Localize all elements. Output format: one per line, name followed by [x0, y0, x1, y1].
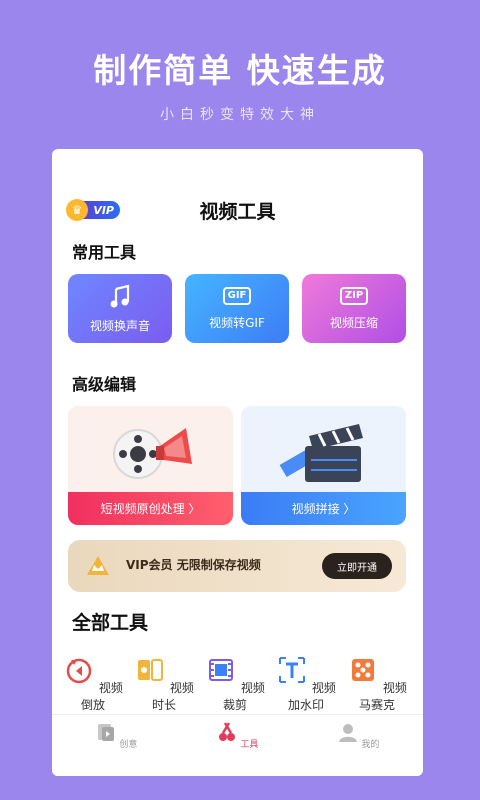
tool-card-label: 视频换声音	[89, 318, 150, 333]
profile-icon	[338, 724, 357, 742]
crop-icon	[209, 659, 234, 681]
tools-icon	[218, 722, 235, 741]
tool-item-mosaic[interactable]: 视频马赛克	[342, 654, 412, 713]
vip-promo-text: VIP会员 无限制保存视频	[126, 558, 261, 572]
tool-card-gif[interactable]: GIF 视频转GIF	[185, 274, 289, 343]
tool-item-duration[interactable]: 视频时长	[129, 654, 199, 713]
warning-crown-icon	[87, 556, 109, 575]
duration-icon	[138, 659, 164, 681]
tab-label: 我的	[361, 740, 380, 750]
music-note-icon	[110, 284, 130, 307]
bottom-tab-bar: 创意 工具 我的	[52, 714, 423, 776]
page-title: 视频工具	[199, 201, 276, 223]
mosaic-icon	[352, 659, 375, 681]
vip-promo-banner[interactable]: VIP会员 无限制保存视频 立即开通	[68, 540, 406, 592]
clapperboard-icon	[279, 424, 363, 482]
app-screen: ♛ VIP 视频工具 常用工具 视频换声音 GIF 视频转GIF ZIP 视频压…	[52, 149, 423, 776]
tool-card-label: 视频压缩	[329, 315, 378, 330]
advanced-card-original[interactable]: 短视频原创处理 〉	[68, 406, 233, 525]
all-tools-row: 视频倒放 视频时长 视频裁剪 视频加水印 视频马赛克	[52, 654, 423, 714]
top-bar: ♛ VIP 视频工具	[52, 189, 423, 229]
tool-card-label: 视频转GIF	[209, 315, 265, 330]
tab-label: 创意	[119, 740, 138, 750]
tab-creative[interactable]: 创意	[76, 721, 156, 750]
hero-title: 制作简单 快速生成	[93, 51, 387, 90]
tool-item-watermark[interactable]: 视频加水印	[271, 654, 341, 713]
vip-open-button[interactable]: 立即开通	[322, 553, 392, 579]
rewind-icon	[66, 658, 92, 684]
creative-icon	[97, 724, 114, 741]
gif-icon: GIF	[222, 286, 252, 305]
tab-profile[interactable]: 我的	[318, 721, 398, 750]
tool-item-crop[interactable]: 视频裁剪	[200, 654, 270, 713]
watermark-text-icon	[279, 657, 306, 683]
tool-card-compress[interactable]: ZIP 视频压缩	[302, 274, 406, 343]
advanced-card-bar: 短视频原创处理 〉	[68, 492, 233, 525]
hero-subtitle: 小白秒变特效大神	[160, 107, 320, 123]
tab-label: 工具	[240, 740, 259, 750]
section-title-all-tools: 全部工具	[72, 612, 149, 634]
zip-icon: ZIP	[339, 286, 369, 305]
tab-tools[interactable]: 工具	[197, 721, 277, 750]
tool-card-voice[interactable]: 视频换声音	[68, 274, 172, 343]
section-title-advanced: 高级编辑	[72, 375, 137, 394]
film-reel-megaphone-icon	[113, 428, 192, 479]
section-title-common: 常用工具	[72, 243, 137, 262]
advanced-card-bar: 视频拼接 〉	[241, 492, 406, 525]
advanced-card-merge[interactable]: 视频拼接 〉	[241, 406, 406, 525]
tool-item-reverse[interactable]: 视频倒放	[58, 654, 128, 713]
